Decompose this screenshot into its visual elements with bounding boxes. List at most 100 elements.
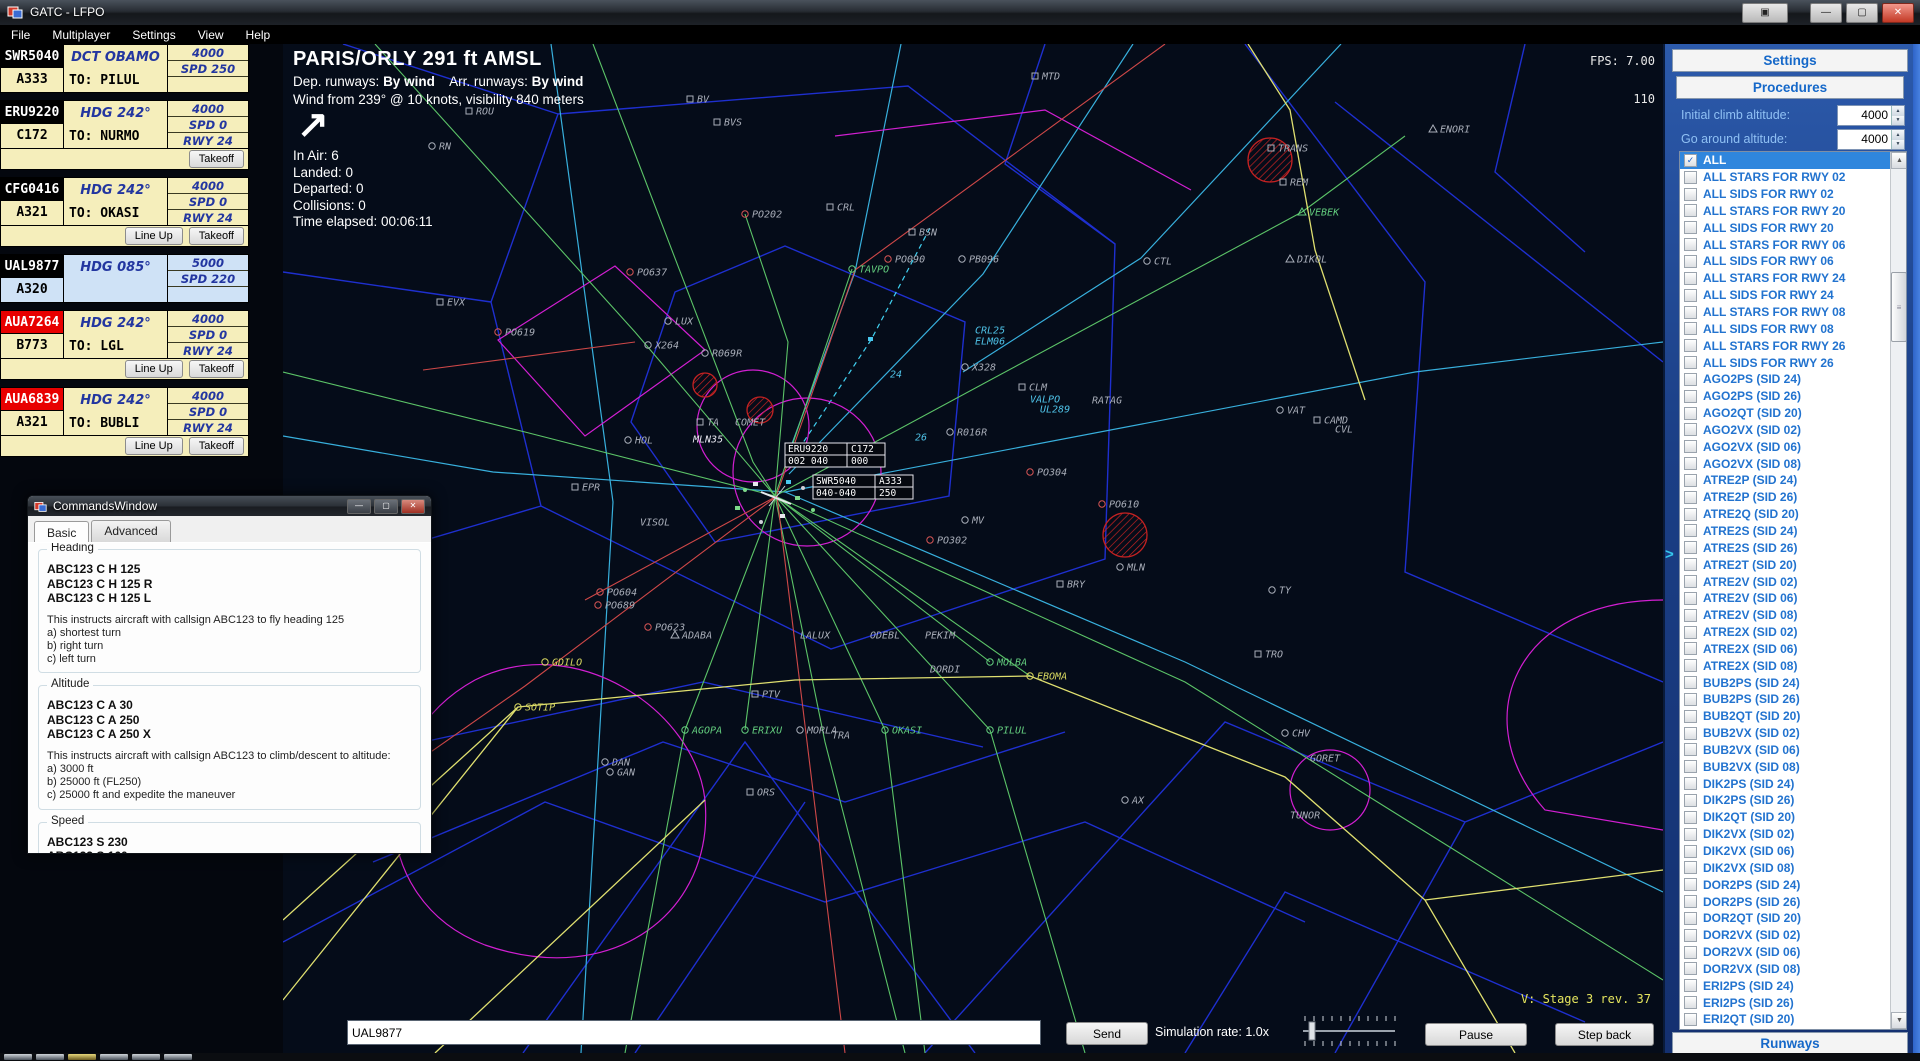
procedure-item[interactable]: ALL SIDS FOR RWY 06 (1680, 253, 1906, 270)
procedure-checkbox[interactable] (1684, 912, 1697, 925)
procedure-checkbox[interactable] (1684, 558, 1697, 571)
commands-window[interactable]: CommandsWindow — ▢ ✕ BasicAdvanced Headi… (27, 495, 432, 854)
maximize-button[interactable]: ▢ (1846, 3, 1878, 23)
step-back-button[interactable]: Step back (1555, 1023, 1654, 1046)
close-button[interactable]: ✕ (1882, 3, 1914, 23)
aircraft-datablock-ERU9220[interactable]: ERU9220C172002 040000 (785, 443, 885, 467)
procedure-item[interactable]: BUB2PS (SID 24) (1680, 674, 1906, 691)
procedure-checkbox[interactable] (1684, 524, 1697, 537)
go-around-spinner[interactable]: 4000 ▲▼ (1837, 129, 1905, 150)
procedure-checkbox[interactable] (1684, 828, 1697, 841)
procedure-item[interactable]: ALL SIDS FOR RWY 26 (1680, 354, 1906, 371)
pause-button[interactable]: Pause (1425, 1023, 1527, 1046)
procedure-item[interactable]: AGO2PS (SID 24) (1680, 371, 1906, 388)
menu-item-file[interactable]: File (0, 25, 41, 44)
procedure-checkbox[interactable] (1684, 238, 1697, 251)
procedure-item[interactable]: BUB2QT (SID 20) (1680, 708, 1906, 725)
procedure-checkbox[interactable] (1684, 407, 1697, 420)
procedure-item[interactable]: AGO2VX (SID 08) (1680, 455, 1906, 472)
procedure-item[interactable]: AGO2QT (SID 20) (1680, 405, 1906, 422)
taskbar-item[interactable] (36, 1054, 64, 1060)
procedure-item[interactable]: DIK2VX (SID 06) (1680, 843, 1906, 860)
procedure-item[interactable]: ERI2PS (SID 26) (1680, 994, 1906, 1011)
procedure-item[interactable]: ALL STARS FOR RWY 26 (1680, 337, 1906, 354)
procedure-item[interactable]: ATRE2S (SID 24) (1680, 523, 1906, 540)
taskbar-item[interactable] (68, 1054, 96, 1060)
menu-item-multiplayer[interactable]: Multiplayer (41, 25, 121, 44)
go-around-down-icon[interactable]: ▼ (1891, 140, 1904, 150)
procedure-item[interactable]: ERI2QT (SID 20) (1680, 1011, 1906, 1028)
procedure-checkbox[interactable] (1684, 979, 1697, 992)
window-restore-button[interactable]: ▣ (1742, 3, 1788, 23)
procedure-item[interactable]: ALL SIDS FOR RWY 24 (1680, 287, 1906, 304)
procedure-checkbox[interactable] (1684, 962, 1697, 975)
procedure-item[interactable]: AGO2PS (SID 26) (1680, 388, 1906, 405)
procedure-item[interactable]: DIK2PS (SID 26) (1680, 792, 1906, 809)
procedure-item[interactable]: ALL STARS FOR RWY 20 (1680, 203, 1906, 220)
procedure-checkbox[interactable] (1684, 626, 1697, 639)
procedure-checkbox[interactable] (1684, 777, 1697, 790)
procedure-checkbox[interactable] (1684, 171, 1697, 184)
procedure-checkbox[interactable] (1684, 861, 1697, 874)
procedure-checkbox[interactable] (1684, 541, 1697, 554)
procedure-checkbox[interactable] (1684, 255, 1697, 268)
scroll-down-icon[interactable]: ▼ (1891, 1012, 1907, 1029)
procedure-item[interactable]: ATRE2X (SID 08) (1680, 657, 1906, 674)
procedure-item[interactable]: ATRE2V (SID 06) (1680, 590, 1906, 607)
taskbar-item[interactable] (164, 1054, 192, 1060)
procedure-item[interactable]: DIK2VX (SID 08) (1680, 859, 1906, 876)
procedure-checkbox[interactable] (1684, 457, 1697, 470)
procedure-checkbox[interactable] (1684, 423, 1697, 436)
procedure-item[interactable]: ALL STARS FOR RWY 02 (1680, 169, 1906, 186)
initial-climb-down-icon[interactable]: ▼ (1891, 116, 1904, 126)
procedure-item[interactable]: DOR2QT (SID 20) (1680, 910, 1906, 927)
procedure-checkbox[interactable] (1684, 946, 1697, 959)
procedure-checkbox[interactable] (1684, 743, 1697, 756)
initial-climb-up-icon[interactable]: ▲ (1891, 106, 1904, 116)
procedure-checkbox[interactable] (1684, 440, 1697, 453)
procedure-item[interactable]: ALL STARS FOR RWY 24 (1680, 270, 1906, 287)
procedure-item[interactable]: BUB2PS (SID 26) (1680, 691, 1906, 708)
takeoff-button[interactable]: Takeoff (189, 360, 244, 378)
procedure-checkbox[interactable]: ✓ (1684, 154, 1697, 167)
procedure-checkbox[interactable] (1684, 929, 1697, 942)
procedure-checkbox[interactable] (1684, 188, 1697, 201)
minimize-button[interactable]: — (1810, 3, 1842, 23)
procedure-item[interactable]: ATRE2P (SID 26) (1680, 489, 1906, 506)
procedure-checkbox[interactable] (1684, 339, 1697, 352)
procedures-scrollbar[interactable]: ▲ ≡ ▼ (1890, 152, 1906, 1029)
procedure-checkbox[interactable] (1684, 221, 1697, 234)
procedure-checkbox[interactable] (1684, 609, 1697, 622)
procedure-item[interactable]: ALL STARS FOR RWY 08 (1680, 304, 1906, 321)
procedure-item[interactable]: ATRE2V (SID 08) (1680, 607, 1906, 624)
flight-strip-AUA6839[interactable]: AUA6839A321HDG 242°TO: BUBLI4000SPD 0RWY… (0, 387, 249, 457)
procedure-checkbox[interactable] (1684, 760, 1697, 773)
procedure-item[interactable]: ALL STARS FOR RWY 06 (1680, 236, 1906, 253)
procedure-item[interactable]: AGO2VX (SID 06) (1680, 438, 1906, 455)
procedure-checkbox[interactable] (1684, 693, 1697, 706)
taskbar-item[interactable] (4, 1054, 32, 1060)
procedure-checkbox[interactable] (1684, 845, 1697, 858)
commands-window-titlebar[interactable]: CommandsWindow — ▢ ✕ (28, 496, 431, 516)
flight-strip-CFG0416[interactable]: CFG0416A321HDG 242°TO: OKASI4000SPD 0RWY… (0, 177, 249, 247)
procedure-item[interactable]: BUB2VX (SID 02) (1680, 725, 1906, 742)
commands-maximize-button[interactable]: ▢ (374, 499, 398, 514)
tab-basic[interactable]: Basic (34, 521, 89, 543)
simulation-rate-slider[interactable] (1301, 1016, 1397, 1046)
procedure-checkbox[interactable] (1684, 289, 1697, 302)
procedure-item[interactable]: ATRE2V (SID 02) (1680, 573, 1906, 590)
procedure-checkbox[interactable] (1684, 895, 1697, 908)
taskbar-item[interactable] (132, 1054, 160, 1060)
procedure-checkbox[interactable] (1684, 592, 1697, 605)
procedure-checkbox[interactable] (1684, 676, 1697, 689)
takeoff-button[interactable]: Takeoff (189, 150, 244, 168)
flight-strip-AUA7264[interactable]: AUA7264B773HDG 242°TO: LGL4000SPD 0RWY 2… (0, 310, 249, 380)
procedure-item[interactable]: ATRE2P (SID 24) (1680, 472, 1906, 489)
commands-close-button[interactable]: ✕ (401, 499, 425, 514)
procedure-checkbox[interactable] (1684, 373, 1697, 386)
procedure-item[interactable]: ATRE2X (SID 06) (1680, 640, 1906, 657)
procedure-item[interactable]: ✓ALL (1680, 152, 1906, 169)
procedure-checkbox[interactable] (1684, 356, 1697, 369)
procedure-checkbox[interactable] (1684, 710, 1697, 723)
flight-strip-SWR5040[interactable]: SWR5040A333DCT OBAMOTO: PILUL4000SPD 250 (0, 44, 249, 93)
